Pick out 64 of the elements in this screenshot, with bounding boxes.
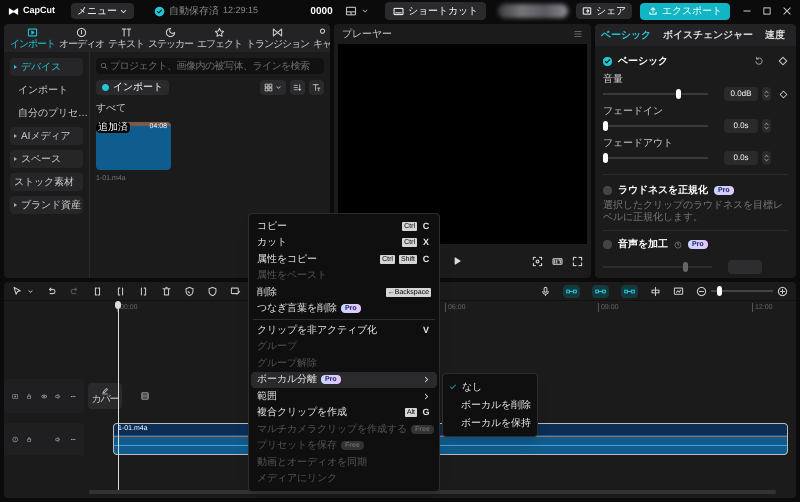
option-description: 選択したクリップのラウドネスを目標レベルに正規化します。 (603, 200, 784, 224)
property-tab[interactable]: ボイスチェンジャー (663, 28, 753, 42)
slider-label: フェードアウト (603, 138, 674, 150)
search-field[interactable]: プロジェクト、画像内の被写体、ラインを検索 (96, 58, 324, 74)
menu-item-label: 属性をペースト (257, 268, 327, 284)
menu-item[interactable]: クリップを非アクティブ化 V (251, 322, 437, 338)
media-tab[interactable]: キャ (311, 27, 330, 50)
menu-item-label: 動画とオーディオを同期 (257, 456, 367, 470)
option-title: ラウドネスを正規化 (618, 184, 708, 198)
submenu-item[interactable]: ボーカルを削除 (443, 396, 537, 414)
shortcut-letter: G (421, 406, 430, 419)
import-button[interactable]: インポート (96, 80, 169, 95)
autosave-time: 12:29:15 (223, 4, 258, 18)
value-field[interactable]: 0.0dB (724, 87, 758, 101)
menu-item-label: グループ解除 (257, 356, 317, 371)
section-title: ベーシック (618, 54, 668, 68)
property-tab[interactable]: ベーシック (601, 28, 651, 42)
player-title: プレーヤー (342, 28, 392, 42)
media-tab[interactable]: オーディオ (57, 27, 106, 50)
project-title: 0000 (310, 4, 333, 18)
menu-item-label: 複合クリップを作成 (257, 406, 347, 420)
filter-label: すべて (96, 102, 127, 116)
menu-item-label: つなぎ言葉を削除 (257, 302, 337, 316)
submenu-label: ボーカルを削除 (461, 398, 531, 412)
media-tab[interactable]: エフェクト (195, 27, 244, 50)
sidebar-item[interactable]: スペース (10, 150, 83, 168)
sidebar-item[interactable]: ストック素材 (10, 173, 83, 191)
value-field[interactable]: 0.0s (724, 119, 758, 133)
shortcut-letter: X (422, 236, 430, 249)
menu-item-label: メディアにリンク (257, 472, 337, 486)
autosave-status: 自動保存済 (169, 4, 219, 18)
menu-item-label: 範囲 (257, 390, 277, 404)
menu-item-label: コピー (257, 220, 287, 234)
menu-item[interactable]: 範囲 (251, 388, 437, 404)
share-button[interactable]: シェア (576, 3, 632, 19)
media-tab[interactable]: ステッカー (146, 27, 195, 50)
slider-label: 音量 (603, 74, 624, 86)
shortcut-button[interactable]: ショートカット (385, 2, 486, 20)
shortcut-letter: V (422, 324, 430, 336)
submenu-label: なし (462, 380, 482, 394)
shortcut-letter: C (422, 252, 430, 266)
menu-item-label: プリセットを保存 (257, 438, 337, 454)
menu-item-label: 属性をコピー (257, 252, 317, 267)
media-tab[interactable]: トランジション (244, 27, 311, 50)
menu-item-label: グループ (257, 340, 297, 354)
sidebar-item[interactable]: ブランド資産 (10, 196, 83, 214)
option-title: 音声を加工 (618, 237, 668, 252)
slider-label: フェードイン (603, 106, 664, 118)
property-tab[interactable]: 速度 (765, 28, 785, 42)
submenu-item[interactable]: なし (443, 378, 537, 396)
media-tab[interactable]: インポート (8, 27, 57, 50)
sidebar-item[interactable]: AIメディア (10, 127, 83, 145)
value-field[interactable]: 0.0s (724, 151, 758, 165)
menu-item-label: マルチカメラクリップを作成する (257, 422, 407, 437)
sidebar-item[interactable]: インポート (10, 81, 83, 99)
menu-item-label: 削除 (257, 286, 277, 300)
menu-button[interactable]: メニュー (71, 3, 134, 19)
shortcut-letter: C (422, 220, 430, 232)
menu-item-label: カット (257, 236, 287, 250)
media-tab[interactable]: テキスト (106, 27, 146, 50)
menu-item-label: ボーカル分離 (257, 373, 317, 388)
app-name: CapCut (23, 4, 55, 18)
menu-item-label: クリップを非アクティブ化 (257, 324, 377, 338)
sidebar-item[interactable]: デバイス (10, 58, 83, 76)
